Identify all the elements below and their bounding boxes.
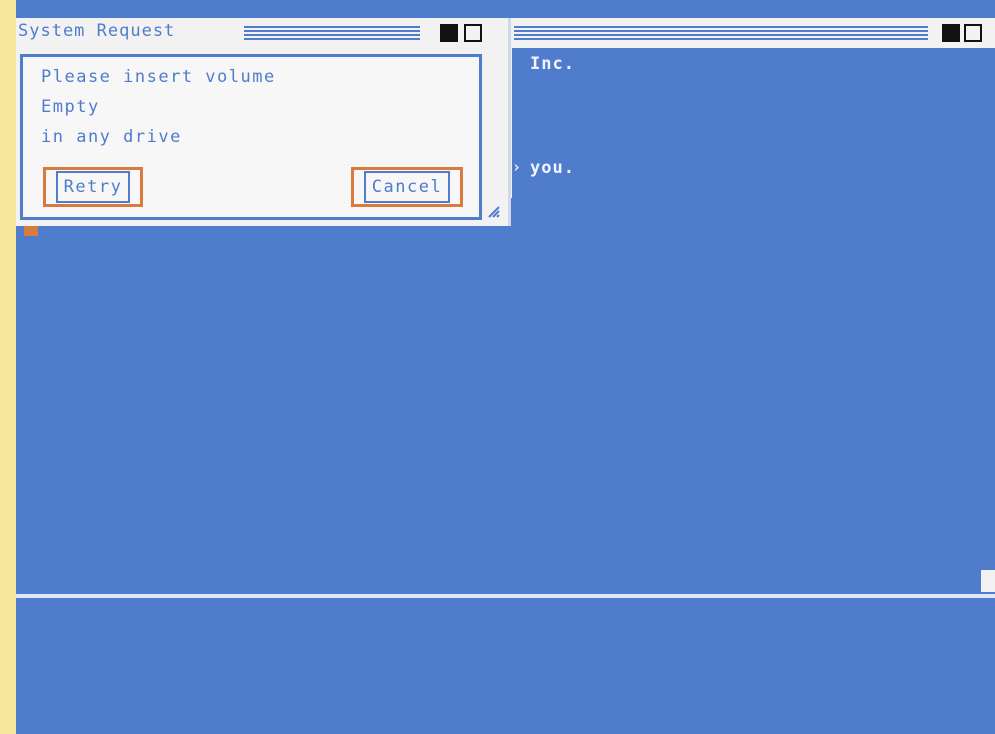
sizing-gadget-icon[interactable] <box>981 570 995 592</box>
retry-button-label: Retry <box>55 171 131 203</box>
cancel-button[interactable]: Cancel <box>351 167 463 207</box>
requester-titlebar[interactable]: System Request <box>16 18 508 48</box>
resize-handle-icon[interactable] <box>486 204 502 220</box>
requester-message-line: in any drive <box>41 127 182 147</box>
window-divider <box>16 594 995 598</box>
workbench-screen: Inc. you. › System Request Please insert… <box>16 0 995 734</box>
requester-body: Please insert volume Empty in any drive … <box>20 54 482 220</box>
requester-title: System Request <box>18 21 176 41</box>
system-request-window: System Request Please insert volume Empt… <box>16 18 511 226</box>
prompt-marker: › <box>512 158 523 176</box>
cli-output-line: Inc. <box>530 54 575 74</box>
cancel-button-label: Cancel <box>363 171 451 203</box>
requester-message-line: Empty <box>41 97 100 117</box>
titlebar-drag-bar[interactable] <box>244 26 420 40</box>
depth-back-icon[interactable] <box>942 24 960 42</box>
cli-window-titlebar[interactable] <box>508 18 995 48</box>
requester-message-line: Please insert volume <box>41 67 276 87</box>
depth-front-icon[interactable] <box>464 24 482 42</box>
depth-front-icon[interactable] <box>964 24 982 42</box>
cli-output-line: you. <box>530 158 575 178</box>
depth-back-icon[interactable] <box>440 24 458 42</box>
titlebar-drag-bar[interactable] <box>514 26 928 40</box>
retry-button[interactable]: Retry <box>43 167 143 207</box>
text-cursor <box>24 226 38 236</box>
